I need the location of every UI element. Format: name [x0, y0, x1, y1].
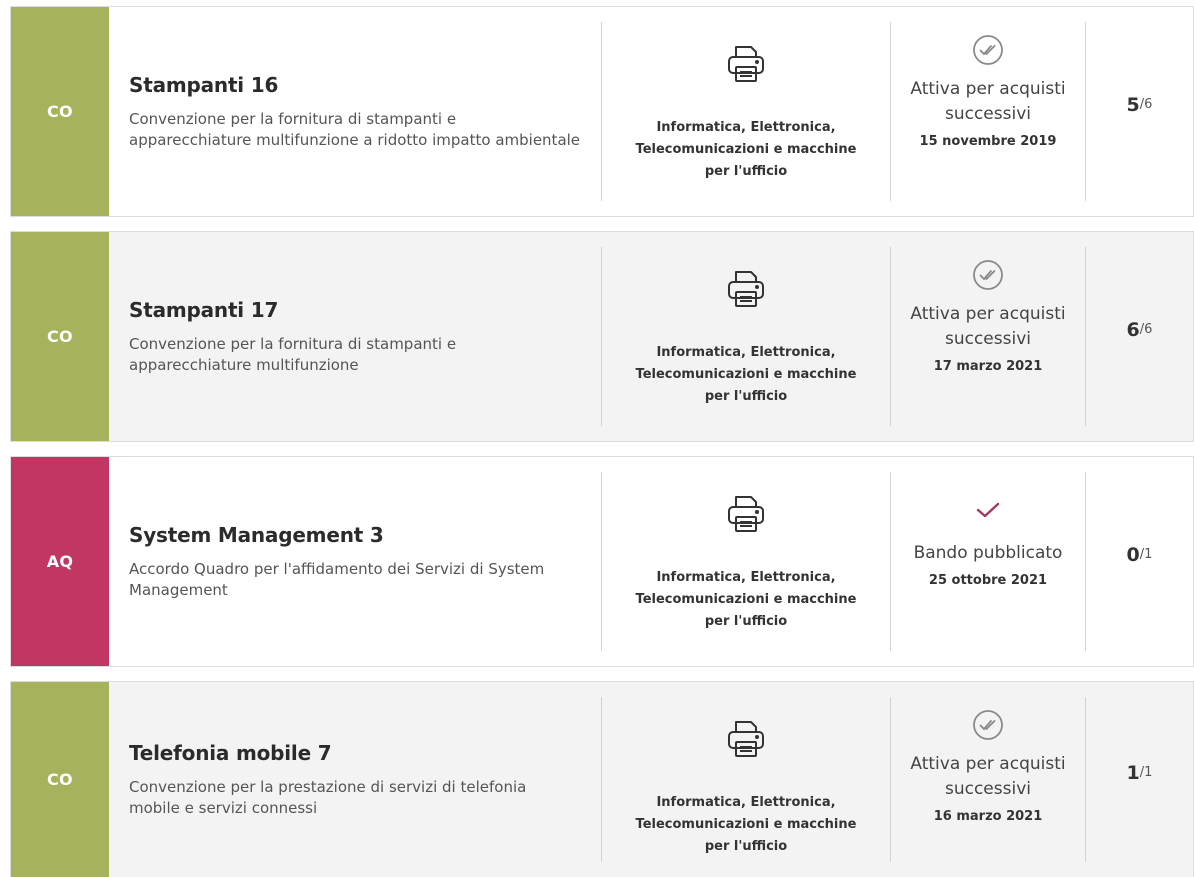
category-label: Informatica, Elettronica, Telecomunicazi…: [635, 570, 857, 629]
check-icon: [976, 502, 1000, 518]
initiative-description: Convenzione per la fornitura di stampant…: [129, 334, 457, 374]
initiative-card[interactable]: CO Telefonia mobile 7 Convenzione per la…: [10, 681, 1194, 877]
printer-icon: [728, 496, 764, 532]
initiative-info: Telefonia mobile 7 Convenzione per la pr…: [109, 682, 601, 877]
double-check-circle-icon: [973, 260, 1003, 290]
printer-icon: [728, 721, 764, 757]
initiative-title[interactable]: System Management 3: [129, 523, 581, 547]
initiative-info: System Management 3 Accordo Quadro per l…: [109, 457, 601, 666]
lots-active: 5: [1126, 93, 1140, 116]
initiative-description: Convenzione per la fornitura di stampant…: [129, 109, 581, 149]
lots-count: 5/6: [1086, 7, 1193, 216]
initiative-card[interactable]: CO Stampanti 16 Convenzione per la forni…: [10, 6, 1194, 217]
category-label: Informatica, Elettronica, Telecomunicazi…: [635, 795, 857, 854]
category-cell: Informatica, Elettronica, Telecomunicazi…: [602, 682, 890, 877]
status-cell: Attiva per acquisti successivi 16 marzo …: [891, 682, 1085, 877]
status-date: 15 novembre 2019: [919, 134, 1057, 149]
double-check-circle-icon: [973, 710, 1003, 740]
category-label: Informatica, Elettronica, Telecomunicazi…: [635, 345, 857, 404]
category-cell: Informatica, Elettronica, Telecomunicazi…: [602, 232, 890, 441]
lots-active: 1: [1126, 761, 1140, 784]
lots-active: 6: [1126, 318, 1140, 341]
type-badge: CO: [11, 682, 109, 877]
lots-total: /6: [1139, 322, 1153, 337]
type-badge: AQ: [11, 457, 109, 666]
lots-count: 6/6: [1086, 232, 1193, 441]
initiative-title[interactable]: Stampanti 16: [129, 73, 581, 97]
initiative-info: Stampanti 17 Convenzione per la fornitur…: [109, 232, 601, 441]
category-cell: Informatica, Elettronica, Telecomunicazi…: [602, 7, 890, 216]
initiative-description: Convenzione per la prestazione di serviz…: [129, 777, 527, 817]
status-date: 16 marzo 2021: [933, 809, 1043, 824]
initiative-title[interactable]: Telefonia mobile 7: [129, 741, 581, 765]
status-label: Attiva per acquisti successivi: [910, 304, 1066, 349]
lots-total: /1: [1139, 547, 1153, 562]
lots-active: 0: [1126, 543, 1140, 566]
initiative-info: Stampanti 16 Convenzione per la fornitur…: [109, 7, 601, 216]
lots-total: /6: [1139, 97, 1153, 112]
printer-icon: [728, 271, 764, 307]
status-label: Attiva per acquisti successivi: [910, 79, 1066, 124]
type-badge: CO: [11, 7, 109, 216]
status-cell: Attiva per acquisti successivi 15 novemb…: [891, 7, 1085, 216]
type-badge: CO: [11, 232, 109, 441]
status-date: 25 ottobre 2021: [928, 573, 1048, 588]
initiative-card[interactable]: AQ System Management 3 Accordo Quadro pe…: [10, 456, 1194, 667]
status-cell: Bando pubblicato 25 ottobre 2021: [891, 457, 1085, 666]
status-date: 17 marzo 2021: [933, 359, 1043, 374]
double-check-circle-icon: [973, 35, 1003, 65]
lots-count: 1/1: [1086, 682, 1193, 877]
initiative-description: Accordo Quadro per l'affidamento dei Ser…: [129, 559, 545, 599]
initiative-card[interactable]: CO Stampanti 17 Convenzione per la forni…: [10, 231, 1194, 442]
status-label: Bando pubblicato: [913, 543, 1063, 563]
lots-count: 0/1: [1086, 457, 1193, 666]
lots-total: /1: [1139, 765, 1153, 780]
status-label: Attiva per acquisti successivi: [910, 754, 1066, 799]
printer-icon: [728, 46, 764, 82]
initiative-title[interactable]: Stampanti 17: [129, 298, 581, 322]
initiatives-list: CO Stampanti 16 Convenzione per la forni…: [10, 6, 1194, 877]
category-cell: Informatica, Elettronica, Telecomunicazi…: [602, 457, 890, 666]
category-label: Informatica, Elettronica, Telecomunicazi…: [635, 120, 857, 179]
status-cell: Attiva per acquisti successivi 17 marzo …: [891, 232, 1085, 441]
